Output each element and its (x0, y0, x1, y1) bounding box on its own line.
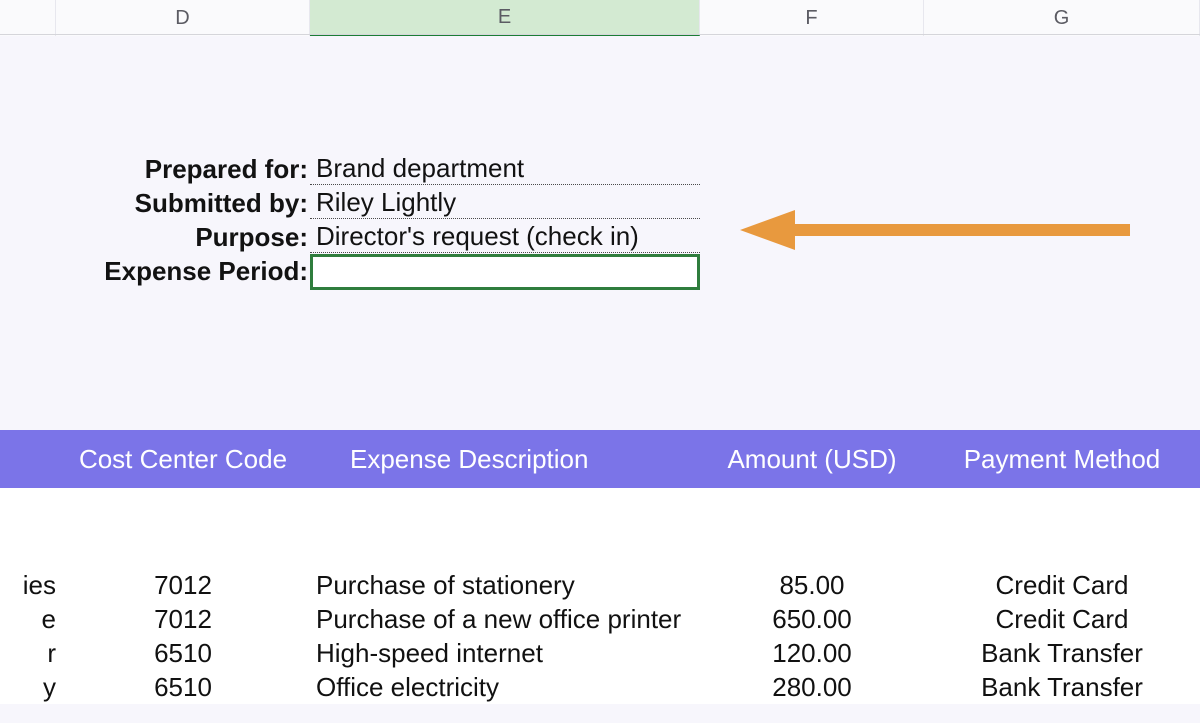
table-header-spacer (0, 430, 56, 488)
col-header-description[interactable]: Expense Description (310, 430, 700, 488)
info-row-submitted-by: Submitted by: Riley Lightly (0, 186, 700, 220)
column-headers: D E F G (0, 0, 1200, 36)
cell-amount[interactable]: 85.00 (700, 568, 924, 602)
value-purpose[interactable]: Director's request (check in) (310, 221, 700, 253)
column-header-E[interactable]: E (310, 0, 700, 36)
cell-cost-center[interactable]: 6510 (56, 636, 310, 670)
cell-cost-center[interactable]: 7012 (56, 568, 310, 602)
cell-payment[interactable]: Credit Card (924, 602, 1200, 636)
column-header-blank[interactable] (0, 0, 56, 36)
cell-description[interactable]: Office electricity (310, 670, 700, 704)
value-submitted-by[interactable]: Riley Lightly (310, 187, 700, 219)
cell-cost-center[interactable]: 7012 (56, 602, 310, 636)
col-header-payment[interactable]: Payment Method (924, 430, 1200, 488)
cell-amount[interactable]: 650.00 (700, 602, 924, 636)
table-spacer-band (0, 488, 1200, 568)
cell-overflow: y (0, 670, 56, 704)
column-header-D[interactable]: D (56, 0, 310, 36)
label-submitted-by: Submitted by: (0, 188, 310, 219)
table-header-row: Cost Center Code Expense Description Amo… (0, 430, 1200, 488)
cell-amount[interactable]: 280.00 (700, 670, 924, 704)
cell-overflow: ies (0, 568, 56, 602)
table-body: ies 7012 Purchase of stationery 85.00 Cr… (0, 568, 1200, 704)
cell-cost-center[interactable]: 6510 (56, 670, 310, 704)
cell-description[interactable]: Purchase of a new office printer (310, 602, 700, 636)
table-row[interactable]: e 7012 Purchase of a new office printer … (0, 602, 1200, 636)
label-purpose: Purpose: (0, 222, 310, 253)
label-prepared-for: Prepared for: (0, 154, 310, 185)
cell-payment[interactable]: Bank Transfer (924, 636, 1200, 670)
info-row-purpose: Purpose: Director's request (check in) (0, 220, 700, 254)
label-expense-period: Expense Period: (0, 256, 310, 287)
cell-description[interactable]: Purchase of stationery (310, 568, 700, 602)
cell-description[interactable]: High-speed internet (310, 636, 700, 670)
cell-overflow: r (0, 636, 56, 670)
cell-amount[interactable]: 120.00 (700, 636, 924, 670)
spreadsheet-viewport: D E F G Prepared for: Brand department S… (0, 0, 1200, 723)
value-prepared-for[interactable]: Brand department (310, 153, 700, 185)
col-header-cost-center[interactable]: Cost Center Code (56, 430, 310, 488)
col-header-amount[interactable]: Amount (USD) (700, 430, 924, 488)
active-cell[interactable] (310, 254, 700, 290)
table-row[interactable]: y 6510 Office electricity 280.00 Bank Tr… (0, 670, 1200, 704)
table-row[interactable]: r 6510 High-speed internet 120.00 Bank T… (0, 636, 1200, 670)
table-row[interactable]: ies 7012 Purchase of stationery 85.00 Cr… (0, 568, 1200, 602)
column-header-G[interactable]: G (924, 0, 1200, 36)
cell-overflow: e (0, 602, 56, 636)
cell-payment[interactable]: Credit Card (924, 568, 1200, 602)
cell-payment[interactable]: Bank Transfer (924, 670, 1200, 704)
column-header-F[interactable]: F (700, 0, 924, 36)
info-row-prepared-for: Prepared for: Brand department (0, 152, 700, 186)
